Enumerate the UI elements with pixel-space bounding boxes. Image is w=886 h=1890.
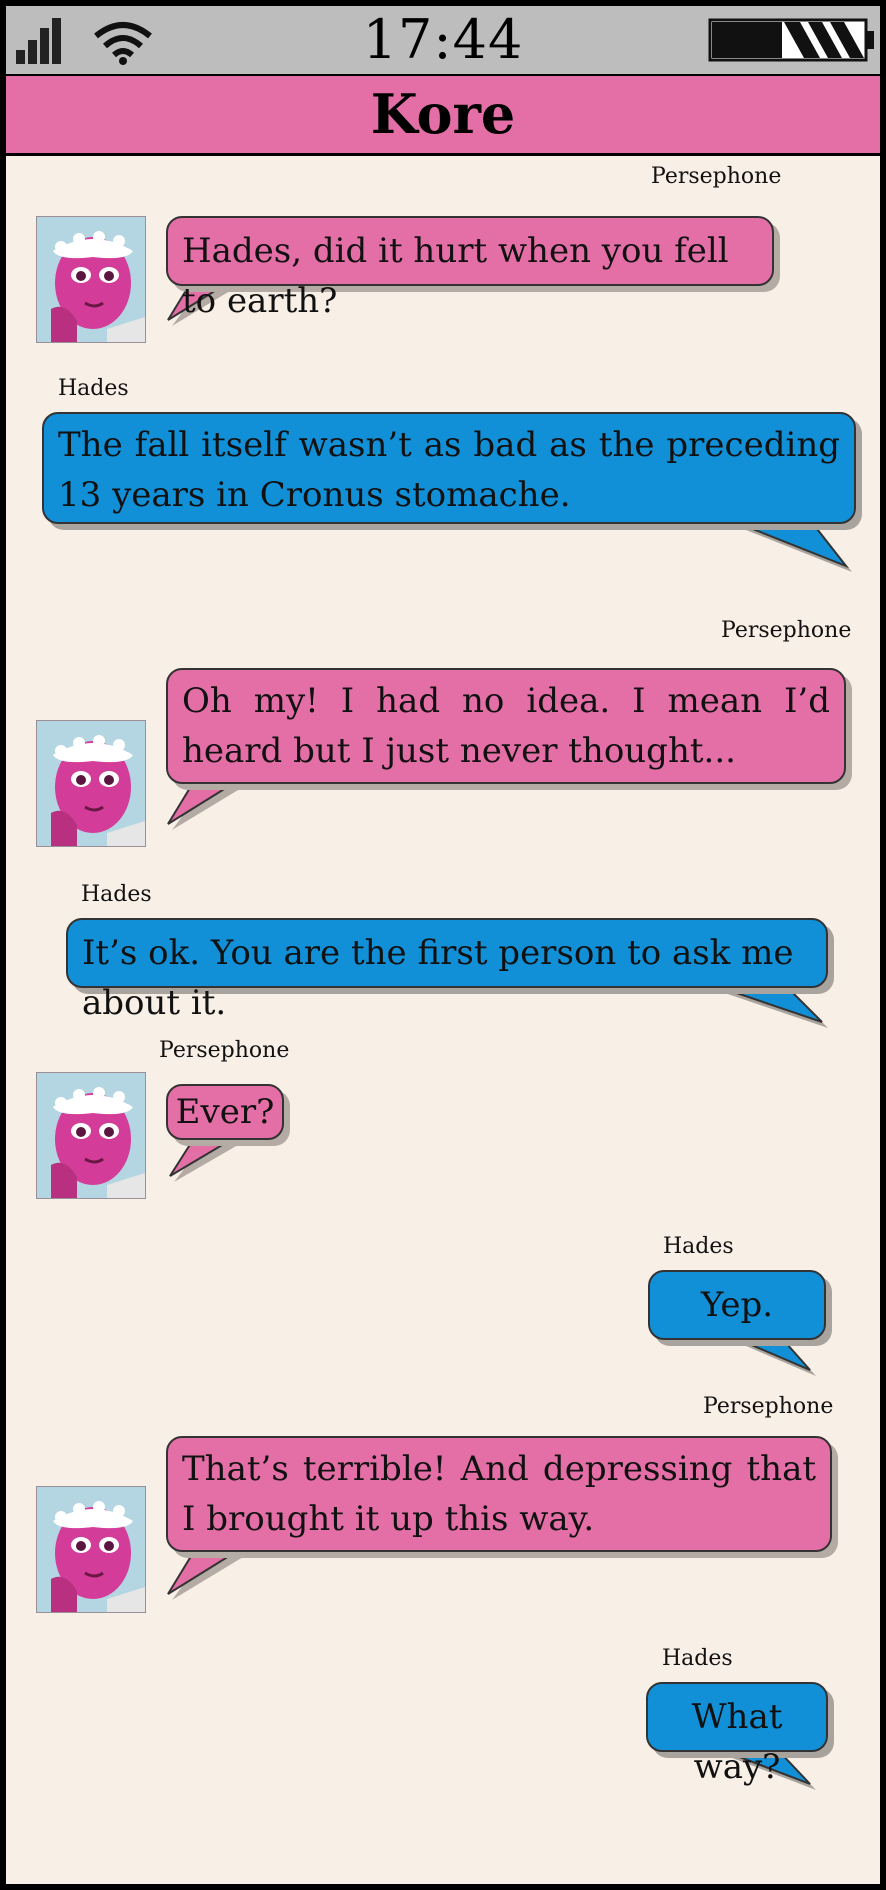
message-bubble: Ever?: [166, 1084, 284, 1140]
message-text: Yep.: [700, 1285, 774, 1325]
sender-label: Hades: [663, 1234, 734, 1259]
message-text: What way?: [691, 1697, 783, 1787]
message-text: That’s terrible! And depressing that I b…: [182, 1449, 816, 1539]
status-bar: 17:44: [6, 6, 880, 74]
persephone-avatar: [36, 1072, 146, 1199]
bubble-tail: [167, 1547, 248, 1600]
message-bubble: Oh my! I had no idea. I mean I’d heard b…: [166, 668, 846, 784]
message-bubble: That’s terrible! And depressing that I b…: [166, 1436, 832, 1552]
message-text: It’s ok. You are the first person to ask…: [82, 933, 794, 1023]
sender-label: Persephone: [721, 618, 852, 643]
message-text: The fall itself wasn’t as bad as the pre…: [58, 425, 840, 515]
message-text: Oh my! I had no idea. I mean I’d heard b…: [182, 681, 830, 771]
bubble-tail: [167, 777, 248, 830]
message-bubble: What way?: [646, 1682, 828, 1787]
sender-label: Persephone: [651, 164, 782, 189]
sender-label: Hades: [58, 376, 129, 401]
sender-label: Persephone: [703, 1394, 834, 1419]
message-bubble: It’s ok. You are the first person to ask…: [66, 918, 828, 1023]
persephone-avatar: [36, 720, 146, 847]
sender-label: Hades: [81, 882, 152, 907]
bubble-tail: [729, 519, 852, 572]
persephone-avatar: [36, 1486, 146, 1613]
sender-label: Persephone: [159, 1038, 290, 1063]
message-bubble: Hades, did it hurt when you fell to eart…: [166, 216, 774, 321]
message-text: Hades, did it hurt when you fell to eart…: [182, 231, 729, 321]
message-bubble: Yep.: [648, 1270, 826, 1340]
message-bubble: The fall itself wasn’t as bad as the pre…: [42, 412, 856, 524]
phone-screen: 17:44 Kore Persephone Hades, did it hurt…: [6, 6, 880, 1884]
chat-header: Kore: [6, 74, 880, 156]
persephone-avatar: [36, 216, 146, 343]
sender-label: Hades: [662, 1646, 733, 1671]
contact-name: Kore: [370, 82, 516, 146]
battery-icon: [708, 18, 874, 62]
message-text: Ever?: [175, 1092, 275, 1132]
